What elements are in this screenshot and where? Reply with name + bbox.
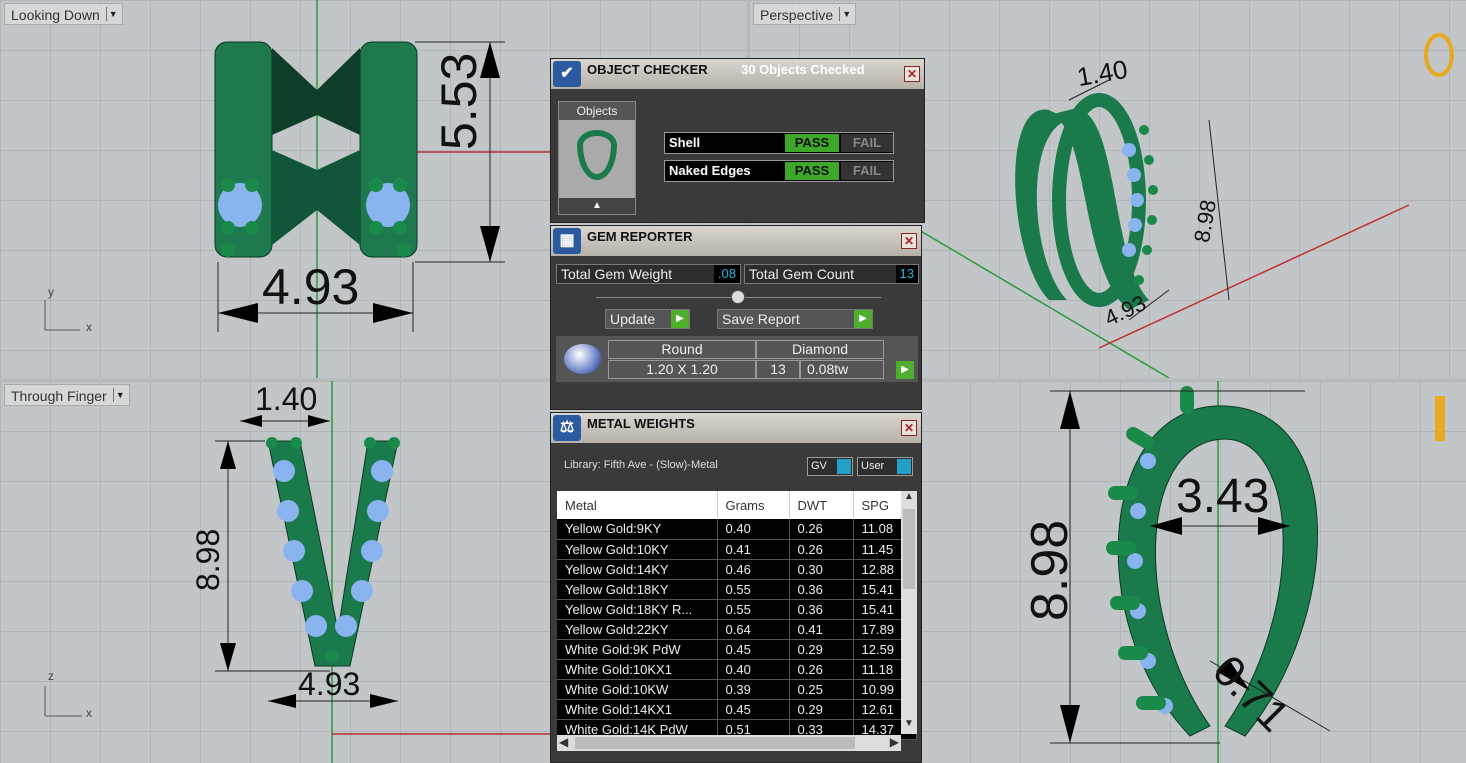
pass-button[interactable]: PASS [785,134,839,152]
column-header[interactable]: Metal [557,491,718,519]
scroll-up-button[interactable]: ▲ [559,198,635,214]
dimension-inner-width: 3.43 [1176,470,1270,523]
gem-row[interactable]: Round Diamond 1.20 X 1.20 13 0.08tw ▶ [556,336,918,382]
table-row[interactable]: Yellow Gold:18KY R... 0.55 0.36 15.41 [557,599,917,620]
pass-button[interactable]: PASS [785,162,839,180]
objects-checked-count: 30 Objects Checked [741,62,865,77]
panel-title: METAL WEIGHTS [587,416,695,431]
axis-label-y: y [48,285,54,299]
object-thumbnail [577,130,617,180]
check-row-naked-edges: Naked Edges PASS FAIL [664,160,894,182]
table-row[interactable]: White Gold:10KX1 0.40 0.26 11.18 [557,659,917,680]
horizontal-scrollbar[interactable]: ◀ ▶ [557,735,901,751]
gv-toggle[interactable]: GV [807,457,853,476]
total-gem-weight-field: Total Gem Weight .08 [556,264,741,284]
vertical-scrollbar[interactable]: ▲ ▼ [901,491,917,734]
scrollbar-thumb[interactable] [575,737,855,749]
gem-count: 13 [756,360,800,379]
table-row[interactable]: Yellow Gold:18KY 0.55 0.36 15.41 [557,579,917,600]
viewport-front[interactable]: 8.98 3.43 0.71 [920,381,1466,763]
dimension-width: 4.93 [262,259,360,315]
close-icon[interactable]: ✕ [904,66,920,82]
panel-header: ✔ OBJECT CHECKER 30 Objects Checked ✕ [551,59,924,89]
table-row[interactable]: Yellow Gold:9KY 0.40 0.26 11.08 [557,519,917,540]
play-icon: ▶ [854,310,872,328]
play-icon: ▶ [671,310,689,328]
close-icon[interactable]: ✕ [901,233,917,249]
checkmark-icon: ✔ [553,61,581,87]
table-row[interactable]: Yellow Gold:22KY 0.64 0.41 17.89 [557,619,917,640]
scrollbar-thumb[interactable] [903,509,915,589]
objects-box[interactable]: Objects ▲ [558,101,636,215]
play-icon[interactable]: ▶ [896,361,914,379]
panel-title: GEM REPORTER [587,229,693,244]
viewport-through-finger[interactable]: Through Finger ▼ 1.40 8.98 4.93 z x [0,381,560,763]
scroll-up-icon[interactable]: ▲ [901,491,917,507]
axis-label-z: z [48,669,54,683]
ring-front-view [1050,381,1445,763]
table-row[interactable]: White Gold:14KX1 0.45 0.29 12.61 [557,699,917,720]
objects-label: Objects [559,102,635,120]
metal-weights-panel: ⚖ METAL WEIGHTS ✕ Library: Fifth Ave - (… [550,412,922,763]
dimension-width: 4.93 [298,666,361,702]
panel-header: ▦ GEM REPORTER ✕ [551,226,921,256]
scroll-left-icon[interactable]: ◀ [559,735,568,749]
fail-button[interactable]: FAIL [841,162,893,180]
table-row[interactable]: Yellow Gold:14KY 0.46 0.30 12.88 [557,559,917,580]
gem-type: Diamond [756,340,884,359]
axis-label-x: x [86,706,92,720]
dimension-height: 8.98 [1021,519,1079,621]
gem-size: 1.20 X 1.20 [608,360,756,379]
table-row[interactable]: White Gold:9K PdW 0.45 0.29 12.59 [557,639,917,660]
metal-weights-table: Metal Grams DWT SPG Yellow Gold:9KY 0.40 0… [557,491,917,740]
divider-slider[interactable] [596,290,881,304]
user-toggle[interactable]: User [857,457,913,476]
object-checker-panel: ✔ OBJECT CHECKER 30 Objects Checked ✕ Ob… [550,58,925,223]
panel-title: OBJECT CHECKER [587,62,708,77]
ring-side-view [44,381,560,763]
round-gem-icon [564,344,602,374]
save-report-button[interactable]: Save Report ▶ [717,309,873,329]
table-header-row: Metal Grams DWT SPG [557,491,917,519]
column-header[interactable]: DWT [789,491,854,519]
dimension-height: 8.98 [190,528,226,591]
dimension-height: 5.53 [431,52,487,150]
gem-weight: 0.08tw [800,360,884,379]
gem-shape: Round [608,340,756,359]
gem-report-icon: ▦ [553,228,581,254]
close-icon[interactable]: ✕ [901,420,917,436]
fail-button[interactable]: FAIL [841,134,893,152]
scale-icon: ⚖ [553,415,581,441]
panel-header: ⚖ METAL WEIGHTS ✕ [551,413,921,443]
scroll-down-icon[interactable]: ▼ [901,718,917,734]
axis-label-x: x [86,320,92,334]
slider-handle[interactable] [731,290,745,304]
gem-reporter-panel: ▦ GEM REPORTER ✕ Total Gem Weight .08 To… [550,225,922,410]
dimension-band-width: 1.40 [255,381,318,417]
column-header[interactable]: Grams [717,491,790,519]
check-row-shell: Shell PASS FAIL [664,132,894,154]
table-row[interactable]: Yellow Gold:10KY 0.41 0.26 11.45 [557,539,917,560]
update-button[interactable]: Update ▶ [605,309,690,329]
library-label: Library: Fifth Ave - (Slow)-Metal [564,459,718,471]
scroll-right-icon[interactable]: ▶ [890,735,899,749]
total-gem-count-field: Total Gem Count 13 [744,264,919,284]
table-row[interactable]: White Gold:10KW 0.39 0.25 10.99 [557,679,917,700]
